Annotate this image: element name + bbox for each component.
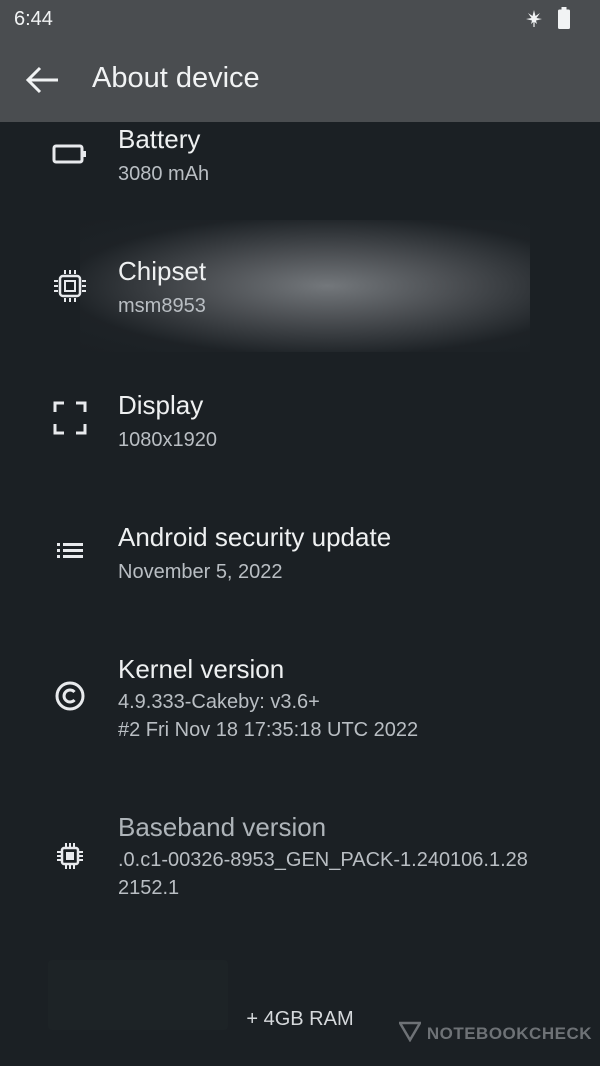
item-title: Android security update xyxy=(118,522,392,552)
item-summary-line-2: #2 Fri Nov 18 17:35:18 UTC 2022 xyxy=(118,719,419,741)
battery-outline-icon xyxy=(50,134,90,174)
list-item-battery[interactable]: Battery 3080 mAh xyxy=(0,122,600,218)
battery-icon xyxy=(558,7,570,34)
item-title: Battery xyxy=(118,124,201,154)
chip-icon xyxy=(50,836,90,876)
list-icon xyxy=(50,530,90,570)
status-icons xyxy=(524,7,570,34)
item-summary: 3080 mAh xyxy=(118,163,210,185)
item-summary-line-2: 2152.1 xyxy=(118,877,180,899)
watermark-text: NOTEBOOKCHECK xyxy=(426,1023,592,1043)
list-item-security-update[interactable]: Android security update November 5, 2022 xyxy=(0,486,600,616)
page-title: About device xyxy=(92,62,260,94)
list-item-chipset[interactable]: Chipset msm8953 xyxy=(0,220,600,352)
item-title: Display xyxy=(118,390,204,420)
arrow-back-icon xyxy=(22,66,62,102)
list-item-display[interactable]: Display 1080x1920 xyxy=(0,354,600,484)
list-item-baseband-version[interactable]: Baseband version .0.c1-00326-8953_GEN_PA… xyxy=(0,776,600,936)
item-title: Kernel version xyxy=(118,654,285,684)
item-title: Baseband version xyxy=(118,812,327,842)
list-item-kernel-version[interactable]: Kernel version 4.9.333-Cakeby: v3.6+ #2 … xyxy=(0,618,600,774)
item-summary-line-1: .0.c1-00326-8953_GEN_PACK-1.240106.1.28 xyxy=(118,849,528,871)
cpu-icon xyxy=(50,266,90,306)
watermark: NOTEBOOKCHECK xyxy=(397,1020,592,1047)
settings-list: Battery 3080 mAh Chipset msm8953 Display… xyxy=(0,122,600,1066)
status-bar: 6:44 xyxy=(0,0,600,38)
back-button[interactable] xyxy=(22,62,62,98)
item-summary: msm8953 xyxy=(118,295,206,317)
watermark-logo-icon xyxy=(397,1020,423,1047)
status-time: 6:44 xyxy=(14,8,53,30)
copyright-icon xyxy=(50,676,90,716)
item-title: Chipset xyxy=(118,256,207,286)
item-summary-line-1: 4.9.333-Cakeby: v3.6+ xyxy=(118,691,320,713)
app-bar: About device xyxy=(0,38,600,122)
display-frame-icon xyxy=(50,398,90,438)
leaf-icon xyxy=(524,8,544,33)
item-summary: November 5, 2022 xyxy=(118,561,283,583)
item-summary: 1080x1920 xyxy=(118,429,217,451)
